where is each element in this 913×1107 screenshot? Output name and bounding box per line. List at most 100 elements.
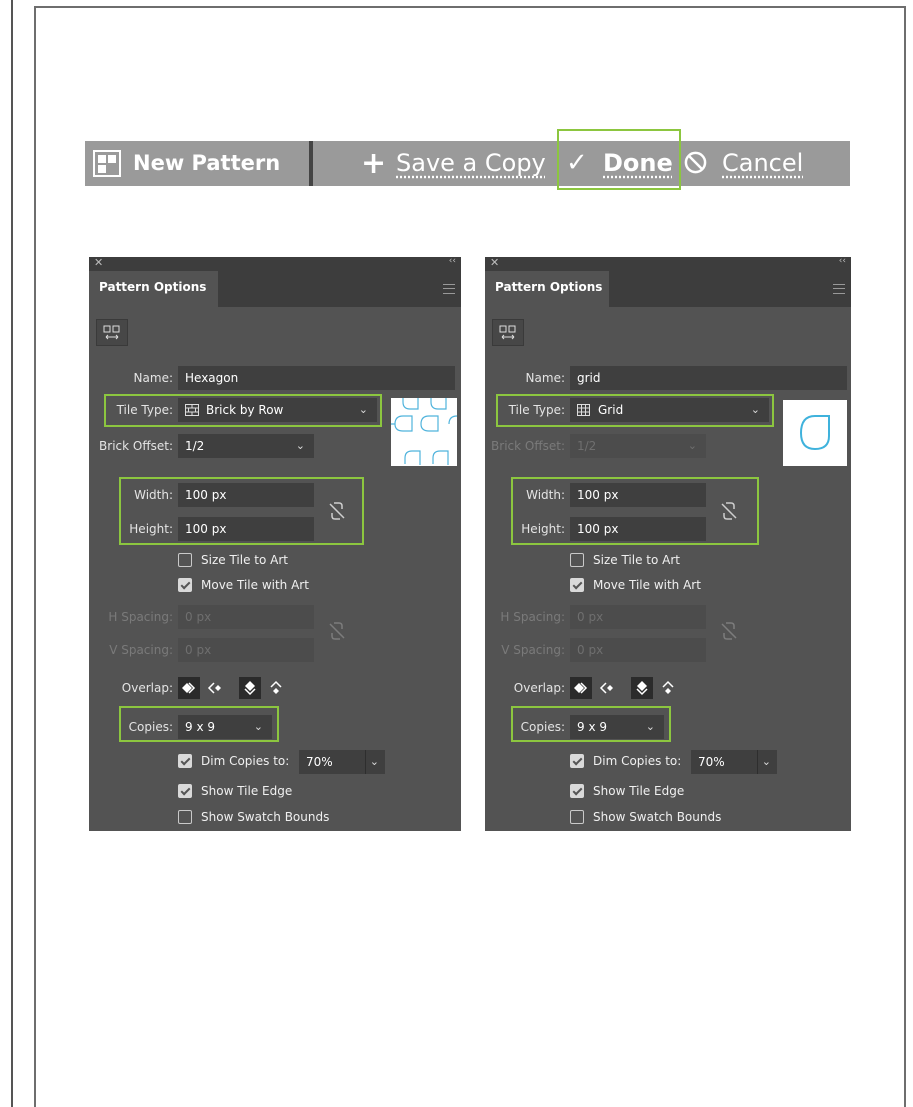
overlap-right-in-front-button[interactable] [596, 677, 618, 699]
move-tile-with-art-label: Move Tile with Art [593, 578, 701, 592]
pattern-tile-tool-button[interactable] [96, 319, 128, 346]
pattern-edit-bar: New Pattern + Save a Copy ✓ Done Cancel [85, 141, 850, 186]
close-icon[interactable]: ✕ [490, 257, 499, 269]
overlap-top-icon [244, 681, 256, 696]
brick-offset-dropdown[interactable]: 1/2 ⌄ [570, 434, 706, 458]
overlap-top-icon [636, 681, 648, 696]
brick-offset-value: 1/2 [185, 439, 205, 453]
brick-offset-label: Brick Offset: [99, 439, 173, 453]
pattern-options-panel-hexagon: ✕ ‹‹ Pattern Options Name: Hexagon Tile … [89, 257, 461, 831]
show-swatch-bounds-checkbox[interactable] [178, 810, 192, 824]
copies-highlight [511, 706, 671, 742]
dim-copies-dropdown[interactable]: 70% ⌄ [299, 750, 385, 774]
show-tile-edge-checkbox[interactable] [178, 784, 192, 798]
chevron-down-icon: ⌄ [687, 439, 697, 452]
chevron-down-icon: ⌄ [295, 439, 305, 452]
overlap-left-icon [574, 682, 588, 694]
move-tile-with-art-checkbox[interactable] [570, 578, 584, 592]
cancel-button[interactable]: Cancel [722, 141, 803, 186]
dim-copies-dropdown[interactable]: 70% ⌄ [691, 750, 777, 774]
overlap-right-in-front-button[interactable] [204, 677, 226, 699]
copies-highlight [119, 706, 279, 742]
grid-pattern-thumbnail [799, 415, 830, 451]
v-spacing-label: V Spacing: [109, 643, 173, 657]
overlap-bottom-icon [662, 680, 674, 694]
move-tile-with-art-checkbox[interactable] [178, 578, 192, 592]
new-pattern-icon[interactable] [93, 150, 121, 177]
overlap-left-icon [182, 682, 196, 694]
brick-offset-dropdown[interactable]: 1/2 ⌄ [178, 434, 314, 458]
size-tile-to-art-checkbox[interactable] [570, 553, 584, 567]
overlap-bottom-icon [270, 680, 282, 694]
pattern-tile-tool-button[interactable] [492, 319, 524, 346]
size-tile-to-art-label: Size Tile to Art [201, 553, 288, 567]
pattern-preview-hexagon [391, 398, 457, 466]
collapse-icon[interactable]: ‹‹ [449, 257, 456, 266]
link-spacing-icon[interactable] [720, 621, 738, 641]
h-spacing-label: H Spacing: [108, 610, 173, 624]
dim-copies-value: 70% [306, 755, 333, 769]
overlap-left-in-front-button[interactable] [570, 677, 592, 699]
size-tile-to-art-label: Size Tile to Art [593, 553, 680, 567]
brick-offset-value: 1/2 [577, 439, 597, 453]
show-swatch-bounds-label: Show Swatch Bounds [201, 810, 330, 824]
pattern-preview-grid [783, 400, 847, 466]
show-tile-edge-label: Show Tile Edge [593, 784, 685, 798]
collapse-icon[interactable]: ‹‹ [839, 257, 846, 266]
hexagon-pattern-thumbnail [391, 398, 457, 465]
v-spacing-field[interactable]: 0 px [178, 638, 314, 662]
panel-tab-pattern-options[interactable]: Pattern Options [89, 271, 218, 307]
page-left-rule [11, 0, 13, 1107]
brick-offset-label: Brick Offset: [491, 439, 565, 453]
overlap-right-icon [207, 682, 221, 694]
new-pattern-label[interactable]: New Pattern [133, 141, 280, 186]
show-swatch-bounds-label: Show Swatch Bounds [593, 810, 722, 824]
dim-copies-checkbox[interactable] [570, 754, 584, 768]
done-highlight [557, 129, 681, 190]
tile-type-highlight [496, 394, 774, 427]
close-icon[interactable]: ✕ [94, 257, 103, 269]
name-field[interactable]: grid [570, 366, 847, 390]
show-tile-edge-checkbox[interactable] [570, 784, 584, 798]
link-spacing-icon[interactable] [328, 621, 346, 641]
overlap-label: Overlap: [513, 681, 565, 695]
h-spacing-field[interactable]: 0 px [570, 605, 706, 629]
dim-copies-value: 70% [698, 755, 725, 769]
show-tile-edge-label: Show Tile Edge [201, 784, 293, 798]
overlap-bottom-in-front-button[interactable] [265, 677, 287, 699]
show-swatch-bounds-checkbox[interactable] [570, 810, 584, 824]
v-spacing-label: V Spacing: [501, 643, 565, 657]
pattern-tile-tool-icon [103, 325, 120, 340]
save-a-copy-button[interactable]: Save a Copy [396, 141, 546, 186]
name-label: Name: [133, 371, 173, 385]
pattern-tile-tool-icon [499, 325, 516, 340]
h-spacing-label: H Spacing: [500, 610, 565, 624]
dim-copies-label: Dim Copies to: [201, 754, 290, 768]
overlap-top-in-front-button[interactable] [631, 677, 653, 699]
name-label: Name: [525, 371, 565, 385]
chevron-down-icon: ⌄ [369, 755, 379, 768]
bar-divider [309, 141, 313, 186]
overlap-left-in-front-button[interactable] [178, 677, 200, 699]
dim-copies-label: Dim Copies to: [593, 754, 682, 768]
panel-tab-pattern-options[interactable]: Pattern Options [485, 271, 609, 307]
h-spacing-field[interactable]: 0 px [178, 605, 314, 629]
overlap-top-in-front-button[interactable] [239, 677, 261, 699]
pattern-options-panel-grid: ✕ ‹‹ Pattern Options Name: grid Tile Typ… [485, 257, 851, 831]
plus-icon: + [361, 146, 387, 181]
dim-copies-checkbox[interactable] [178, 754, 192, 768]
chevron-down-icon: ⌄ [761, 755, 771, 768]
overlap-label: Overlap: [121, 681, 173, 695]
panel-menu-icon[interactable] [833, 284, 845, 294]
overlap-right-icon [599, 682, 613, 694]
name-field[interactable]: Hexagon [178, 366, 455, 390]
cancel-icon [684, 151, 707, 174]
overlap-bottom-in-front-button[interactable] [657, 677, 679, 699]
move-tile-with-art-label: Move Tile with Art [201, 578, 309, 592]
dimensions-highlight [511, 477, 759, 545]
v-spacing-field[interactable]: 0 px [570, 638, 706, 662]
panel-menu-icon[interactable] [443, 284, 455, 294]
tile-type-highlight [104, 394, 382, 427]
size-tile-to-art-checkbox[interactable] [178, 553, 192, 567]
dimensions-highlight [119, 477, 364, 545]
